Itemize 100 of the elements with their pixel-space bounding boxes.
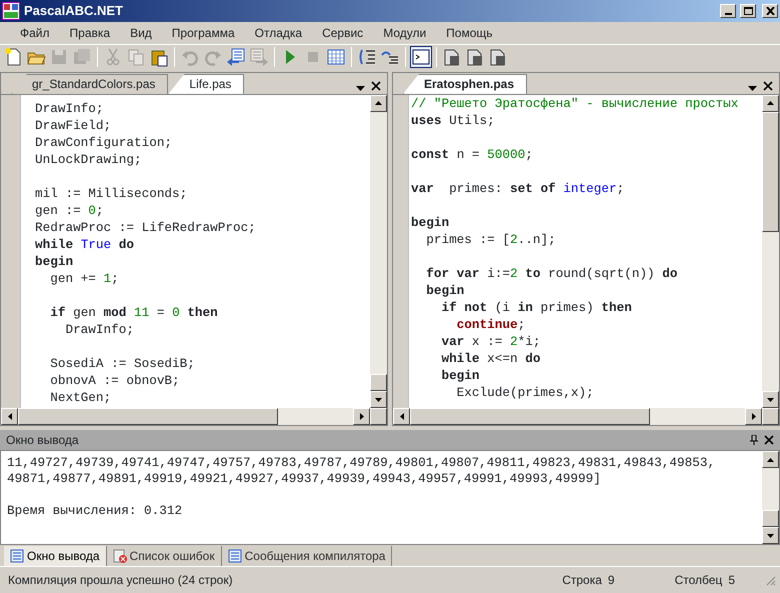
code-line: begin <box>35 252 74 270</box>
menu-item[interactable]: Модули <box>373 24 436 42</box>
up-arrow-icon <box>767 101 774 106</box>
code-line: if gen mod 11 = 0 then <box>49 304 219 321</box>
resize-grip-icon[interactable] <box>765 574 776 586</box>
scroll-up-button[interactable] <box>762 451 779 468</box>
messages-icon <box>228 548 242 563</box>
code-line: for var i:=2 to round(sqrt(n)) do <box>425 264 679 282</box>
code-line: DrawField; <box>35 116 112 134</box>
scrollbar-thumb[interactable] <box>410 408 650 426</box>
menu-item[interactable]: Программа <box>162 24 245 42</box>
scroll-left-button[interactable] <box>1 408 18 426</box>
menu-item[interactable]: Вид <box>120 24 162 42</box>
up-arrow-icon <box>375 101 382 106</box>
code-line: begin <box>425 282 466 299</box>
code-line: NextGen; <box>49 388 112 406</box>
close-button[interactable] <box>762 4 778 18</box>
scroll-right-button[interactable] <box>353 408 370 426</box>
scrollbar-thumb[interactable] <box>370 374 387 392</box>
vertical-scrollbar[interactable] <box>762 94 779 408</box>
minimize-button[interactable] <box>720 4 736 18</box>
menu-item[interactable]: Файл <box>10 24 60 42</box>
code-line: DrawInfo; <box>64 320 135 338</box>
status-value: 9 <box>608 572 615 590</box>
right-arrow-icon <box>360 413 364 420</box>
scroll-down-button[interactable] <box>370 391 387 408</box>
code-line: Exclude(primes,x); <box>456 384 595 401</box>
horizontal-scrollbar[interactable] <box>1 408 370 426</box>
code-line: primes := [2..n]; <box>425 230 557 248</box>
scroll-right-button[interactable] <box>745 408 762 426</box>
code-line: DrawInfo; <box>35 100 105 117</box>
code-line: obnovA := obnovB; <box>49 372 181 389</box>
code-line: mil := Milliseconds; <box>35 184 188 202</box>
scroll-down-button[interactable] <box>762 527 779 544</box>
code-line: begin <box>411 214 450 231</box>
menu-item[interactable]: Сервис <box>312 24 374 42</box>
scroll-up-button[interactable] <box>762 94 779 112</box>
close-icon <box>766 6 774 15</box>
vertical-scrollbar[interactable] <box>370 94 387 408</box>
status-label: Строка <box>562 572 602 590</box>
code-line: var primes: set of integer; <box>411 180 626 197</box>
panel-tab[interactable]: Окно вывода <box>4 546 107 566</box>
status-message: Компиляция прошла успешно (24 строк) <box>8 572 233 590</box>
dropdown-icon[interactable] <box>748 86 757 91</box>
down-arrow-icon <box>767 398 774 402</box>
file-tab[interactable]: Life.pas <box>168 74 244 94</box>
code-line: begin <box>440 366 481 384</box>
error-list-icon <box>112 548 127 563</box>
minimize-icon <box>724 12 732 15</box>
window-title: PascalABC.NET <box>24 2 123 20</box>
status-value: 5 <box>728 572 735 590</box>
scrollbar-thumb[interactable] <box>762 510 779 528</box>
menu-item[interactable]: Отладка <box>244 24 312 42</box>
panel-tab[interactable]: Сообщения компилятора <box>222 546 392 566</box>
up-arrow-icon <box>767 458 774 462</box>
scroll-down-button[interactable] <box>762 391 779 408</box>
menu-item[interactable]: Правка <box>60 24 120 42</box>
output-window-icon <box>10 548 24 563</box>
code-line: if not (i in primes) then <box>440 298 633 316</box>
scroll-left-button[interactable] <box>393 408 410 426</box>
code-line: SosediA := SosediB; <box>49 354 196 372</box>
close-icon[interactable] <box>763 80 773 91</box>
output-line: Время вычисления: 0.312 <box>7 503 184 520</box>
horizontal-scrollbar[interactable] <box>393 408 762 426</box>
code-line: continue; <box>456 316 526 333</box>
code-line: uses Utils; <box>411 112 496 129</box>
code-line: // "Решето Эратосфена" - вычисление простых <box>411 94 740 112</box>
code-line: var x := 2*i; <box>440 332 542 350</box>
app-logo-icon <box>2 2 20 20</box>
file-tab[interactable]: gr_StandardColors.pas <box>11 74 168 94</box>
left-arrow-icon <box>400 413 404 420</box>
code-line: RedrawProc := LifeRedrawProc; <box>35 218 257 236</box>
code-line: while True do <box>35 236 135 253</box>
right-arrow-icon <box>752 413 756 420</box>
code-line: const n = 50000; <box>411 146 534 163</box>
code-line: while x<=n do <box>440 350 542 367</box>
close-icon[interactable] <box>764 435 774 446</box>
dropdown-icon[interactable] <box>356 86 365 91</box>
status-label: Столбец <box>674 572 722 590</box>
scroll-up-button[interactable] <box>370 94 387 112</box>
menu-item[interactable]: Помощь <box>436 24 503 42</box>
console-icon[interactable] <box>410 46 432 68</box>
code-line: DrawConfiguration; <box>35 134 174 151</box>
scrollbar-thumb[interactable] <box>18 408 278 426</box>
code-line: gen := 0; <box>35 202 105 219</box>
file-tab[interactable]: Eratosphen.pas <box>403 74 528 94</box>
down-arrow-icon <box>767 534 774 538</box>
left-arrow-icon <box>8 413 12 420</box>
maximize-button[interactable] <box>740 4 756 18</box>
pin-icon[interactable] <box>750 435 758 446</box>
panel-tab[interactable]: Список ошибок <box>106 546 222 566</box>
output-line: 11,49727,49739,49741,49747,49757,49783,49787,49789,49801,49807,49811,49823,49831,49843,49853, <box>7 455 716 472</box>
close-icon[interactable] <box>371 80 381 91</box>
down-arrow-icon <box>375 398 382 402</box>
maximize-icon <box>744 6 752 15</box>
panel-title: Окно вывода <box>6 432 79 450</box>
vertical-scrollbar[interactable] <box>762 451 779 544</box>
output-line: 49871,49877,49891,49919,49921,49927,49937,49939,49943,49957,49991,49993,49999] <box>7 471 602 488</box>
document-arrow-icon[interactable] <box>225 46 247 68</box>
scrollbar-thumb[interactable] <box>762 112 779 232</box>
